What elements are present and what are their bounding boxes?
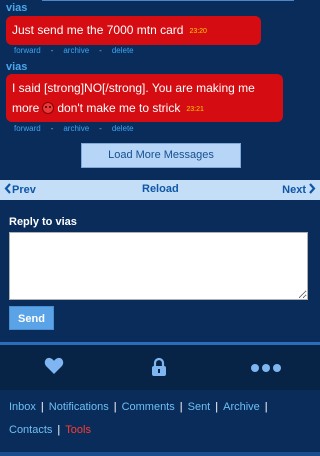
load-more-button[interactable]: Load More Messages [81,143,241,168]
footer-links: Inbox | Notifications | Comments | Sent | Archiv… [0,390,320,456]
archive-link[interactable]: Archive [223,401,260,413]
icon-bar [0,345,320,390]
message-actions: forward - archive - delete [14,124,134,133]
forward-link[interactable]: forward [14,46,41,55]
top-border [0,0,320,2]
chevron-left-icon [4,183,11,194]
message-time: 23:21 [186,106,204,113]
send-button[interactable]: Send [9,306,54,330]
contacts-link[interactable]: Contacts [9,424,52,436]
delete-link[interactable]: delete [112,124,134,133]
chevron-right-icon [309,183,316,194]
pager-bar: Prev Reload Next [0,180,320,200]
archive-link[interactable]: archive [63,124,89,133]
message-sender[interactable]: vias [6,2,27,14]
message-sender[interactable]: vias [6,61,27,73]
lock-icon[interactable] [150,357,168,377]
archive-link[interactable]: archive [63,46,89,55]
more-dots-icon[interactable] [250,362,282,374]
reply-textarea[interactable] [9,232,308,300]
sent-link[interactable]: Sent [188,401,211,413]
message-time: 23:20 [189,28,207,35]
prev-link[interactable]: Prev [4,183,36,196]
message-bubble: I said [strong]NO[/strong]. You are maki… [6,74,283,122]
heart-icon[interactable] [44,357,64,375]
message-bubble: Just send me the 7000 mtn card 23:20 [6,16,261,45]
message-text-line2b: don't make me to strick [57,101,181,115]
forward-link[interactable]: forward [14,124,41,133]
next-link[interactable]: Next [282,183,316,196]
message-text: Just send me the 7000 mtn card [12,23,184,37]
message-text-line1: I said [strong]NO[/strong]. You are maki… [12,81,255,95]
reload-link[interactable]: Reload [142,183,179,195]
notifications-link[interactable]: Notifications [49,401,109,413]
comments-link[interactable]: Comments [122,401,175,413]
tools-link[interactable]: Tools [65,424,91,436]
message-text-line2a: more [12,101,40,115]
inbox-link[interactable]: Inbox [9,401,36,413]
angry-face-icon [42,102,55,114]
delete-link[interactable]: delete [112,46,134,55]
bottom-border [0,452,320,456]
message-actions: forward - archive - delete [14,46,134,55]
reply-label: Reply to vias [9,216,77,228]
